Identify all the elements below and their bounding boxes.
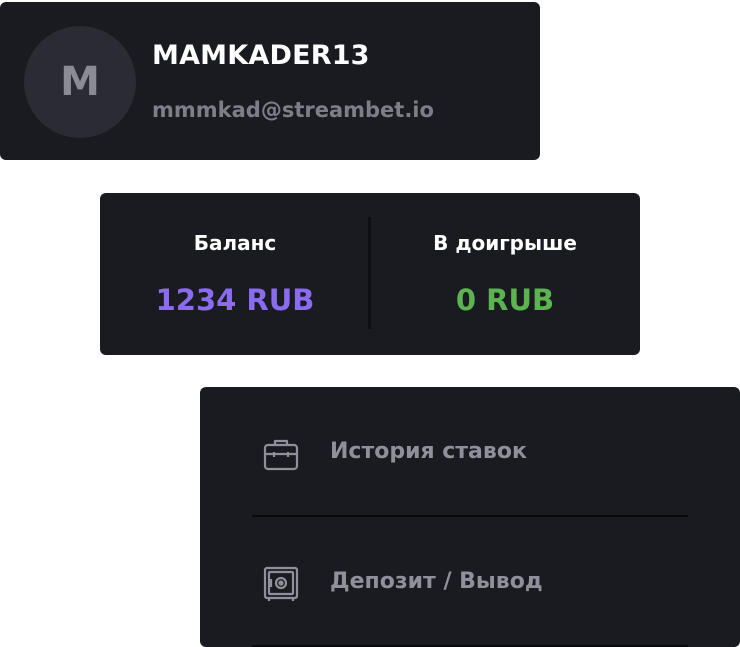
menu-item-deposit-withdraw[interactable]: Депозит / Вывод [252, 517, 688, 645]
balance-card: Баланс 1234 RUB В доигрыше 0 RUB [100, 193, 640, 355]
avatar[interactable]: M [24, 26, 136, 138]
user-email: mmmkad@streambet.io [152, 98, 434, 122]
safe-icon [263, 566, 299, 601]
main-balance: Баланс 1234 RUB [100, 193, 370, 355]
username: MAMKADER13 [152, 40, 370, 71]
avatar-letter: M [60, 59, 100, 105]
bonus-balance: В доигрыше 0 RUB [370, 193, 640, 355]
main-balance-value: 1234 RUB [155, 283, 315, 317]
menu-item-bet-history[interactable]: История ставок [252, 387, 688, 515]
briefcase-icon [263, 439, 299, 471]
main-balance-label: Баланс [193, 231, 277, 255]
account-menu: История ставок Депозит / Вывод [200, 387, 740, 647]
menu-item-label: Депозит / Вывод [330, 569, 543, 594]
profile-card: M MAMKADER13 mmmkad@streambet.io [0, 2, 540, 160]
bonus-balance-value: 0 RUB [455, 283, 555, 317]
menu-item-label: История ставок [330, 439, 527, 464]
bonus-balance-label: В доигрыше [433, 231, 577, 255]
